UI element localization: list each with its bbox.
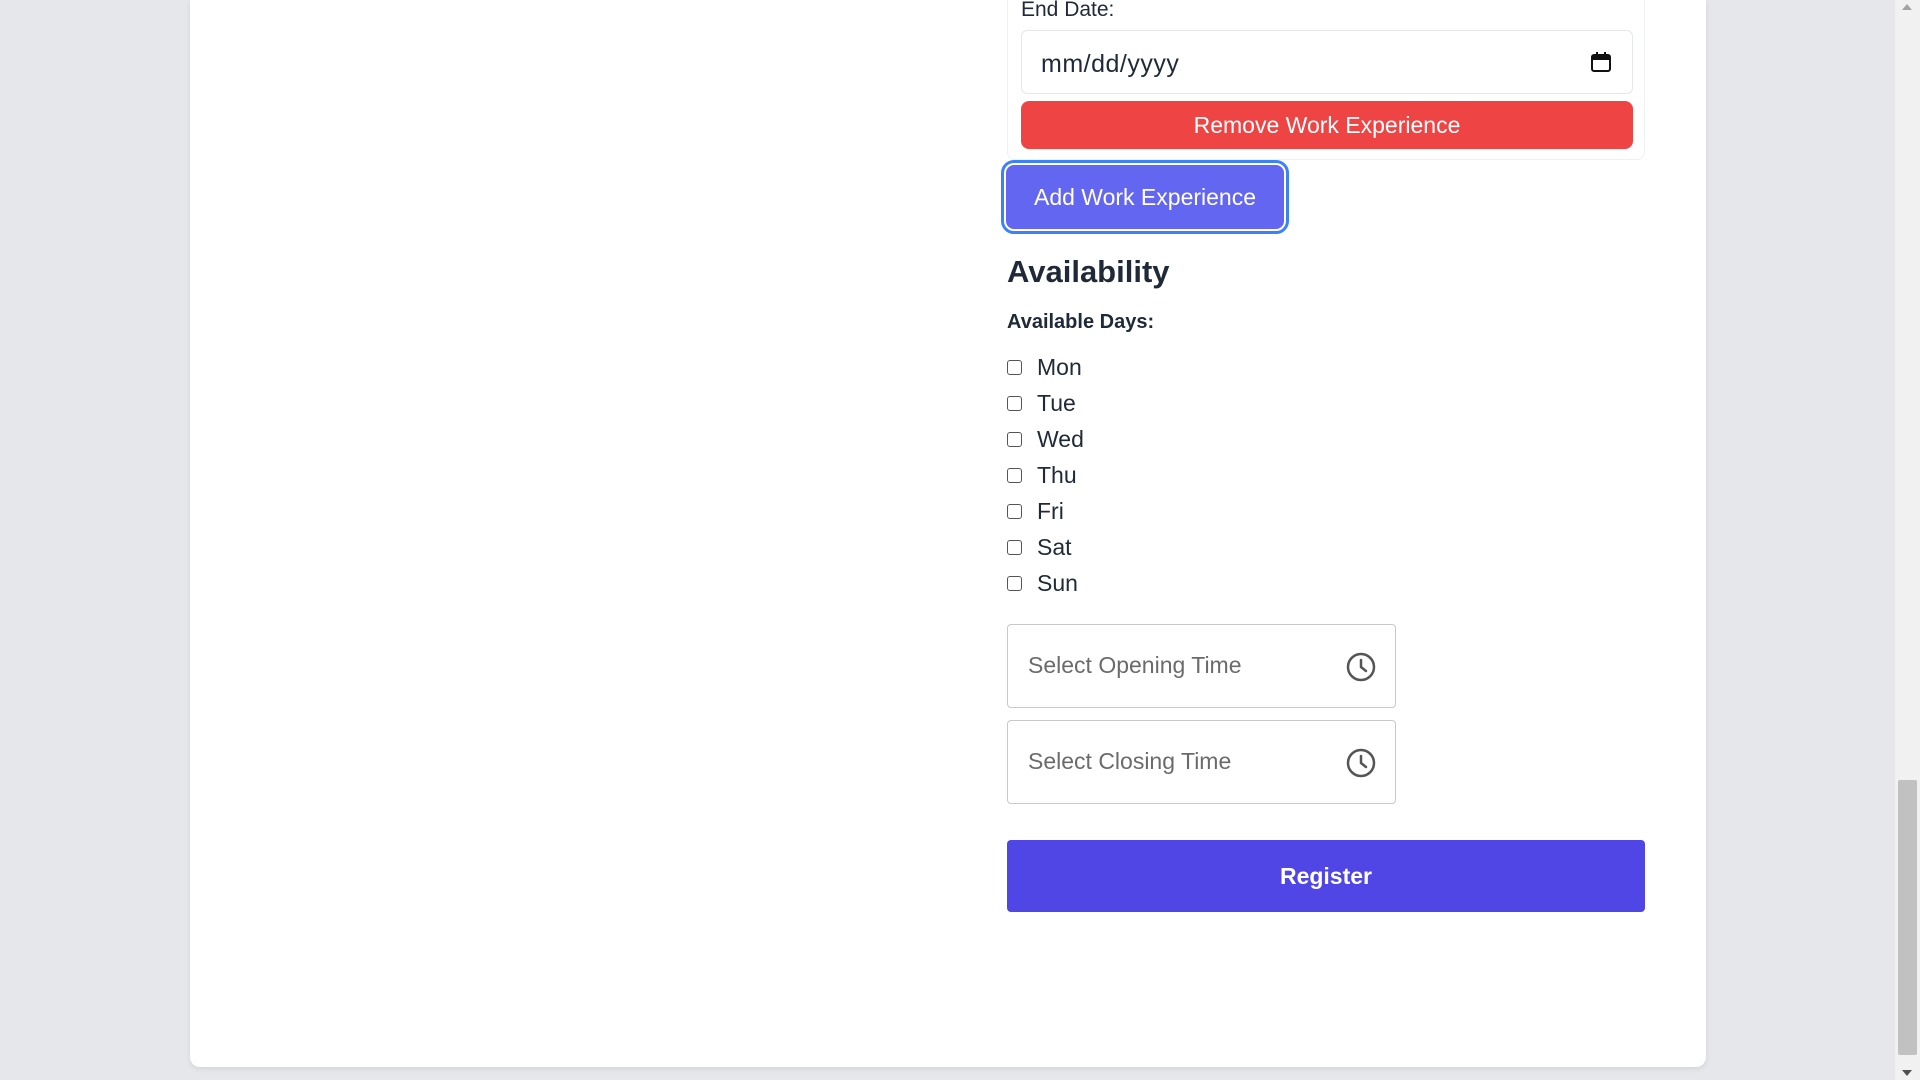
- day-option-sat[interactable]: Sat: [1007, 532, 1072, 562]
- day-option-thu[interactable]: Thu: [1007, 460, 1077, 490]
- day-checkbox[interactable]: [1007, 467, 1022, 483]
- day-checkbox[interactable]: [1007, 503, 1022, 519]
- end-date-value: mm/dd/yyyy: [1041, 50, 1180, 78]
- opening-time-input[interactable]: Select Opening Time: [1007, 624, 1396, 708]
- day-option-mon[interactable]: Mon: [1007, 352, 1082, 382]
- closing-time-placeholder: Select Closing Time: [1028, 748, 1232, 774]
- available-days-label: Available Days:: [1007, 311, 1155, 333]
- day-checkbox[interactable]: [1007, 359, 1022, 375]
- scroll-up-arrow-icon[interactable]: [1902, 4, 1912, 10]
- day-option-sun[interactable]: Sun: [1007, 568, 1078, 598]
- day-label: Mon: [1037, 353, 1082, 380]
- day-checkbox[interactable]: [1007, 431, 1022, 447]
- vertical-scrollbar[interactable]: [1895, 0, 1920, 1080]
- day-label: Wed: [1037, 425, 1084, 452]
- add-work-experience-button[interactable]: Add Work Experience: [1001, 160, 1289, 234]
- closing-time-input[interactable]: Select Closing Time: [1007, 720, 1396, 804]
- day-label: Sat: [1037, 533, 1072, 560]
- day-checkbox[interactable]: [1007, 575, 1022, 591]
- scroll-down-arrow-icon[interactable]: [1902, 1070, 1912, 1076]
- day-label: Thu: [1037, 461, 1077, 488]
- day-label: Tue: [1037, 389, 1076, 416]
- day-option-fri[interactable]: Fri: [1007, 496, 1064, 526]
- day-label: Sun: [1037, 569, 1078, 596]
- clock-icon[interactable]: [1345, 747, 1377, 779]
- calendar-icon[interactable]: [1590, 51, 1612, 73]
- day-option-wed[interactable]: Wed: [1007, 424, 1084, 454]
- availability-heading: Availability: [1007, 254, 1170, 289]
- day-option-tue[interactable]: Tue: [1007, 388, 1076, 418]
- end-date-label: End Date:: [1021, 0, 1115, 21]
- scrollbar-thumb[interactable]: [1898, 780, 1917, 1055]
- day-checkbox[interactable]: [1007, 539, 1022, 555]
- opening-time-placeholder: Select Opening Time: [1028, 652, 1242, 678]
- remove-work-experience-button[interactable]: Remove Work Experience: [1021, 101, 1633, 149]
- day-checkbox[interactable]: [1007, 395, 1022, 411]
- end-date-input[interactable]: mm/dd/yyyy: [1021, 30, 1633, 94]
- day-label: Fri: [1037, 497, 1064, 524]
- clock-icon[interactable]: [1345, 651, 1377, 683]
- register-button[interactable]: Register: [1007, 840, 1645, 912]
